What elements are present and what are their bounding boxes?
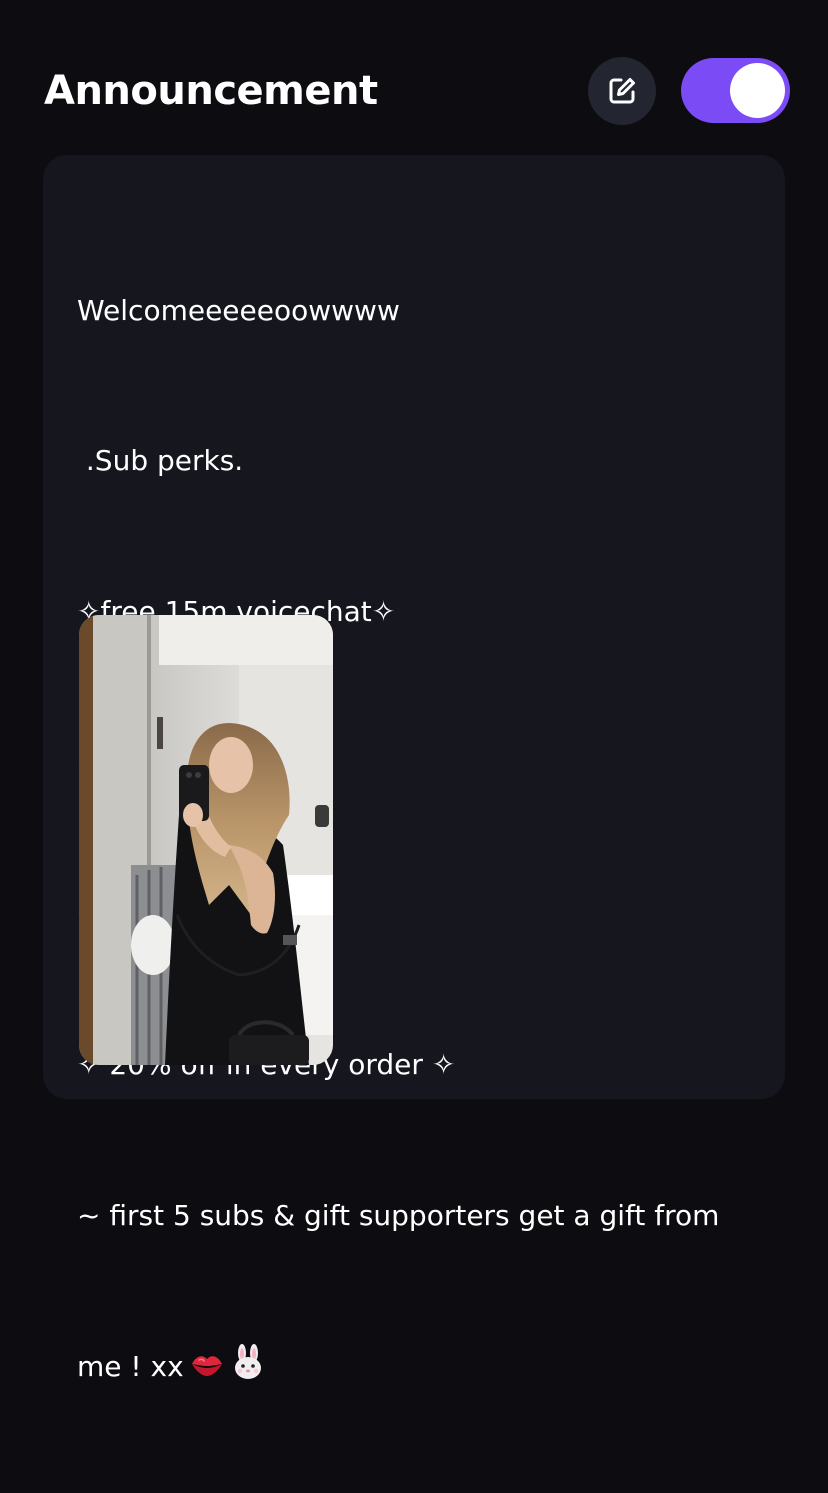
edit-square-icon (609, 78, 635, 104)
kiss-mark-icon (191, 1356, 222, 1376)
rabbit-face-icon (234, 1343, 261, 1379)
announcement-header: Announcement (44, 56, 790, 126)
message-last-line: me ! xx (77, 1342, 757, 1392)
announcement-toggle[interactable] (681, 58, 790, 123)
edit-button[interactable] (588, 57, 656, 125)
page-title: Announcement (44, 68, 378, 114)
message-line: me ! xx (77, 1349, 184, 1383)
message-line: Welcomeeeeeoowwww (77, 293, 400, 327)
mirror-selfie-photo (79, 615, 333, 1065)
message-line: .Sub perks. (77, 444, 244, 478)
message-line: ~ first 5 subs & gift supporters get a g… (77, 1198, 720, 1232)
announcement-card: Welcomeeeeeoowwww .Sub perks. ✧free 15m … (43, 155, 785, 1383)
announcement-photo[interactable] (79, 615, 333, 1065)
toggle-knob (730, 63, 785, 118)
